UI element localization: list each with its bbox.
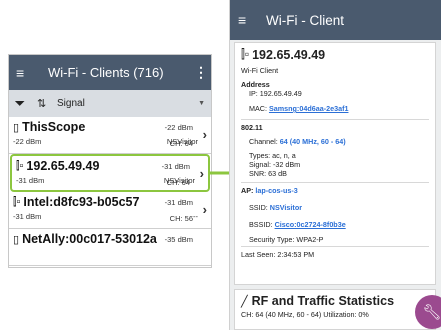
security-type: Security Type: WPA2-P	[249, 235, 324, 244]
chevron-right-icon[interactable]: ›	[203, 202, 207, 217]
clients-app-bar: ≡ Wi-Fi - Clients (716) ⋮	[9, 55, 211, 90]
client-row[interactable]: ▯ NetAlly:00c017-53012a -35 dBm	[9, 229, 211, 266]
rf-traffic-summary: CH: 64 (40 MHz, 60 - 64) Utilization: 0%	[241, 310, 369, 319]
bssid-label: BSSID:	[249, 220, 273, 229]
chart-icon: ╱	[241, 295, 248, 308]
client-row[interactable]: ▯ ThisScope -22 dBm NSVisitor -22 dBm CH: …	[9, 117, 211, 154]
wrench-icon: 🔧︎	[422, 304, 441, 321]
rf-traffic-title: RF and Traffic Statistics	[251, 294, 395, 308]
client-signal: -31 dBm	[13, 212, 42, 221]
sort-select[interactable]: Signal	[55, 98, 198, 109]
page-title: Wi-Fi - Client	[266, 12, 344, 28]
divider	[241, 182, 429, 183]
client-type: Wi-Fi Client	[241, 66, 279, 75]
filter-sort-bar: ⏷ ⇅ Signal ▼	[9, 90, 211, 117]
client-ip-title: 192.65.49.49	[252, 47, 326, 62]
client-channel: CH: 64	[166, 178, 190, 187]
wrench-fab-button[interactable]: 🔧︎	[415, 295, 441, 329]
client-name: 192.65.49.49	[26, 159, 100, 173]
chevron-right-icon[interactable]: ›	[200, 166, 204, 181]
client-dbm: -35 dBm	[164, 235, 193, 244]
bssid-link[interactable]: Cisco:0c2724-8f0b3e	[275, 220, 346, 229]
client-snr: SNR: 63 dB	[249, 169, 287, 178]
client-name: ThisScope	[22, 120, 86, 134]
client-channel: CH: 64	[169, 139, 193, 148]
screenshot-stage: ≡ Wi-Fi - Clients (716) ⋮ ⏷ ⇅ Signal ▼ ▯…	[0, 0, 441, 330]
divider	[241, 246, 429, 247]
sort-icon[interactable]: ⇅	[37, 97, 55, 110]
channel-link[interactable]: 64 (40 MHz, 60 - 64)	[280, 137, 346, 146]
client-dbm: -22 dBm	[164, 123, 193, 132]
client-row-selected[interactable]: ⫿▫ 192.65.49.49 -31 dBm NSVisitor -31 dBm …	[10, 154, 210, 192]
clients-list-screen: ≡ Wi-Fi - Clients (716) ⋮ ⏷ ⇅ Signal ▼ ▯…	[8, 54, 212, 268]
more-options-icon[interactable]: ⋮	[194, 64, 208, 81]
channel-label: Channel:	[249, 137, 278, 146]
ssid-label: SSID:	[249, 203, 268, 212]
divider	[241, 119, 429, 120]
standard-heading: 802.11	[241, 123, 263, 132]
chevron-down-icon[interactable]: ▼	[198, 100, 205, 107]
laptop-icon: ⫿▫	[13, 195, 21, 208]
menu-icon[interactable]: ≡	[16, 65, 38, 81]
client-channel: CH: 56	[169, 214, 193, 223]
rf-traffic-card[interactable]: ╱ RF and Traffic Statistics CH: 64 (40 MH…	[234, 289, 436, 330]
client-detail-screen: ≡ Wi-Fi - Client ⫿▫ 192.65.49.49 Wi-Fi Cl…	[229, 0, 441, 330]
client-types: Types: ac, n, a	[249, 151, 296, 160]
ssid-link[interactable]: NSVisitor	[270, 203, 302, 212]
menu-icon[interactable]: ≡	[238, 12, 266, 28]
mac-link[interactable]: Samsng:04d6aa-2e3af1	[269, 104, 349, 113]
client-signal: -22 dBm	[13, 137, 42, 146]
client-signal: -31 dBm	[16, 176, 45, 185]
client-device-icon: ⫿▫	[16, 159, 24, 172]
ap-link[interactable]: lap-cos-us-3	[255, 186, 297, 195]
client-row[interactable]: ⫿▫ Intel:d8fc93-b05c57 -31 dBm -- -31 dBm …	[9, 192, 211, 229]
address-heading: Address	[241, 80, 270, 89]
filter-icon[interactable]: ⏷	[15, 96, 37, 111]
client-name: NetAlly:00c017-53012a	[22, 232, 157, 246]
ap-label: AP:	[241, 186, 254, 195]
client-dbm: -31 dBm	[164, 198, 193, 207]
ip-address: IP: 192.65.49.49	[249, 89, 302, 98]
device-icon: ▯	[13, 233, 20, 246]
last-seen: Last Seen: 2:34:53 PM	[241, 250, 315, 259]
client-name: Intel:d8fc93-b05c57	[23, 195, 140, 209]
client-device-icon: ⫿▫	[241, 47, 250, 61]
client-signal-value: Signal: -32 dBm	[249, 160, 301, 169]
scope-device-icon: ▯	[13, 121, 20, 134]
client-info-card: ⫿▫ 192.65.49.49 Wi-Fi Client Address IP: …	[234, 42, 436, 285]
page-title: Wi-Fi - Clients (716)	[48, 65, 164, 80]
chevron-right-icon[interactable]: ›	[203, 127, 207, 142]
client-dbm: -31 dBm	[161, 162, 190, 171]
client-app-bar: ≡ Wi-Fi - Client	[230, 0, 441, 40]
mac-label: MAC:	[249, 104, 267, 113]
